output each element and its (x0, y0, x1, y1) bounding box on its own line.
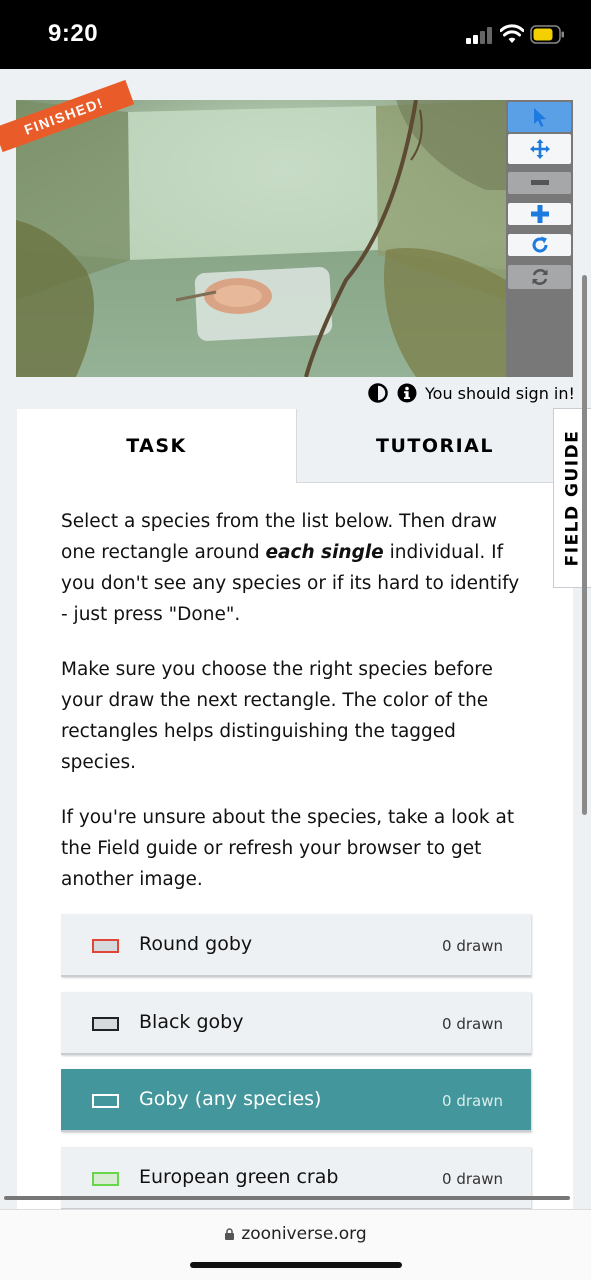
species-name: Goby (any species) (139, 1088, 322, 1110)
instruction-paragraph-3: If you're unsure about the species, take… (61, 807, 515, 890)
pointer-tool-button[interactable] (508, 102, 571, 132)
drawn-count: 0 drawn (442, 1015, 503, 1033)
instruction-paragraph-2: Make sure you choose the right species b… (61, 659, 493, 773)
field-guide-label: FIELD GUIDE (562, 429, 583, 567)
species-name: European green crab (139, 1166, 339, 1188)
rotate-button[interactable] (508, 234, 571, 256)
battery-icon (530, 25, 564, 44)
move-tool-button[interactable] (508, 134, 571, 164)
rectangle-swatch-icon (92, 1017, 119, 1031)
reset-button[interactable] (508, 265, 571, 289)
rectangle-swatch-icon (92, 1172, 119, 1186)
task-panel: TASK TUTORIAL Select a species from the … (17, 409, 573, 1219)
move-icon (529, 139, 550, 159)
rectangle-swatch-icon (92, 1094, 119, 1108)
species-name: Round goby (139, 933, 253, 955)
zoom-in-button[interactable] (508, 203, 571, 225)
vertical-scrollbar[interactable] (582, 275, 587, 815)
info-icon[interactable] (397, 383, 417, 403)
url-display[interactable]: zooniverse.org (0, 1224, 591, 1244)
instruction-paragraph-1: Select a species from the list below. Th… (61, 511, 520, 625)
species-option-round-goby[interactable]: Round goby 0 drawn (61, 914, 531, 977)
species-option-goby-any[interactable]: Goby (any species) 0 drawn (61, 1069, 531, 1132)
zoom-out-button[interactable] (508, 172, 571, 194)
image-toolbar (506, 100, 573, 377)
rotate-icon (532, 236, 547, 253)
subject-image[interactable] (16, 100, 506, 377)
pointer-icon (533, 108, 546, 127)
meta-row: You should sign in! (0, 380, 591, 406)
status-time: 9:20 (48, 20, 99, 47)
reset-icon (532, 269, 547, 285)
rectangle-swatch-icon (92, 939, 119, 953)
browser-address-bar: zooniverse.org (0, 1209, 591, 1280)
instruction-emphasis: each single (265, 542, 384, 563)
sign-in-link[interactable]: You should sign in! (425, 384, 575, 403)
lock-icon (225, 1228, 235, 1240)
tab-task[interactable]: TASK (17, 409, 296, 483)
drawn-count: 0 drawn (442, 937, 503, 955)
drawn-count: 0 drawn (442, 1092, 503, 1110)
tab-tutorial[interactable]: TUTORIAL (296, 409, 573, 483)
species-option-black-goby[interactable]: Black goby 0 drawn (61, 992, 531, 1055)
zoom-out-icon (530, 180, 549, 185)
task-instructions: Select a species from the list below. Th… (61, 506, 531, 919)
task-tabs: TASK TUTORIAL (17, 409, 573, 483)
status-bar: 9:20 (0, 0, 591, 69)
horizontal-scrollbar[interactable] (4, 1196, 570, 1200)
species-option-european-green-crab[interactable]: European green crab 0 drawn (61, 1147, 531, 1210)
drawn-count: 0 drawn (442, 1170, 503, 1188)
url-text: zooniverse.org (241, 1224, 367, 1244)
signal-icon (466, 27, 494, 44)
wifi-icon (500, 24, 524, 43)
home-indicator[interactable] (190, 1262, 402, 1268)
species-name: Black goby (139, 1011, 244, 1033)
contrast-icon[interactable] (368, 383, 388, 403)
zoom-in-icon (530, 205, 549, 223)
